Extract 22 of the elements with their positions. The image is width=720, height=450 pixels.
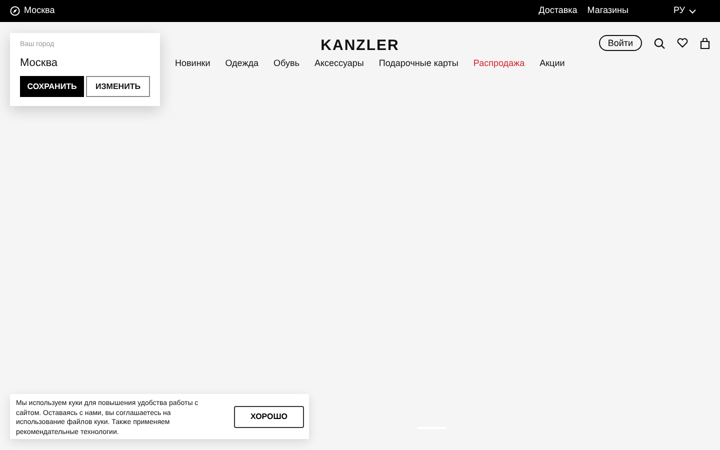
bag-icon[interactable] — [700, 38, 710, 48]
nav-link[interactable]: Акции — [540, 57, 565, 70]
language-selector[interactable]: РУ — [673, 4, 696, 18]
nav-link[interactable]: Аксессуары — [314, 57, 364, 70]
top-link[interactable]: Доставка — [538, 4, 578, 18]
compass-icon — [10, 6, 20, 16]
city-name: Москва — [20, 56, 59, 70]
save-button[interactable]: СОХРАНИТЬ — [20, 76, 84, 97]
nav-link[interactable]: Новинки — [175, 57, 210, 70]
nav-link[interactable]: Одежда — [225, 57, 258, 70]
nav-link[interactable]: Распродажа — [473, 57, 525, 70]
login-button[interactable]: Войти — [598, 35, 642, 51]
change-button[interactable]: ИЗМЕНИТЬ — [86, 76, 150, 97]
search-icon[interactable] — [654, 38, 665, 48]
ok-button[interactable]: ХОРОШО — [234, 406, 304, 428]
top-link[interactable]: Магазины — [587, 4, 628, 18]
nav-link[interactable]: Подарочные карты — [378, 57, 458, 70]
heart-icon[interactable] — [677, 38, 688, 48]
logo[interactable]: KANZLER — [320, 35, 400, 58]
city-selector[interactable]: Москва — [10, 4, 55, 18]
chevron-down-icon — [689, 8, 696, 14]
nav-link[interactable]: Обувь — [274, 57, 300, 70]
